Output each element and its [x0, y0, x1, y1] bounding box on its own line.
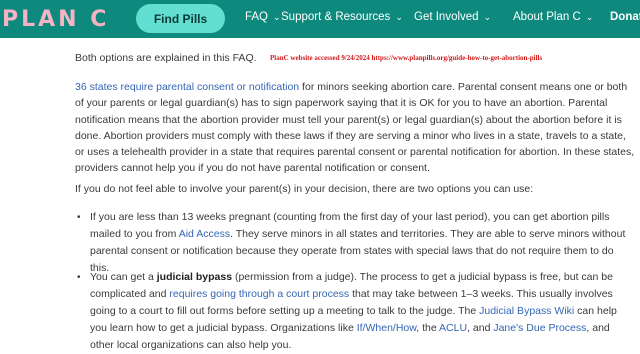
chevron-down-icon: ⌄ [395, 12, 403, 22]
judicial-bypass-wiki-link[interactable]: Judicial Bypass Wiki [479, 305, 574, 317]
janes-due-process-link[interactable]: Jane's Due Process [493, 322, 586, 334]
list-item-aid-access: • If you are less than 13 weeks pregnant… [77, 209, 635, 277]
paragraph-text: for minors seeking abortion care. Parent… [75, 81, 635, 175]
court-process-link[interactable]: requires going through a court process [169, 288, 349, 300]
judicial-bypass-term: judicial bypass [156, 271, 233, 283]
bullet-icon: • [77, 272, 81, 283]
aclu-link[interactable]: ACLU [439, 322, 467, 334]
nav-item-faq[interactable]: FAQ ⌄ [245, 11, 281, 23]
bullet-text: You can get a [90, 271, 157, 283]
intro-text: Both options are explained in this FAQ. [75, 52, 257, 64]
bullet-text: , the [416, 322, 440, 334]
access-stamp: PlanC website accessed 9/24/2024 https:/… [270, 54, 543, 62]
nav-item-label: Get Involved [414, 11, 479, 23]
list-item-judicial-bypass: • You can get a judicial bypass (permiss… [77, 269, 635, 354]
chevron-down-icon: ⌄ [483, 12, 492, 22]
nav-item-label: Support & Resources [281, 11, 391, 23]
chevron-down-icon: ⌄ [273, 12, 281, 22]
nav-item-get-involved[interactable]: Get Involved ⌄ [414, 11, 491, 23]
bullet-icon: • [77, 212, 81, 223]
top-navbar: PLAN C Find Pills FAQ ⌄ Support & Resourc… [0, 0, 640, 38]
if-when-how-link[interactable]: If/When/How [357, 322, 417, 334]
chevron-down-icon: ⌄ [585, 12, 594, 22]
nav-item-support-resources[interactable]: Support & Resources ⌄ [281, 11, 403, 23]
plan-c-logo[interactable]: PLAN C [2, 5, 109, 33]
parental-consent-paragraph: 36 states require parental consent or no… [75, 79, 635, 177]
parental-consent-link[interactable]: 36 states require parental consent or no… [75, 81, 299, 93]
nav-item-label: About Plan C [513, 11, 581, 23]
aid-access-link[interactable]: Aid Access [179, 228, 230, 240]
options-intro-paragraph: If you do not feel able to involve your … [75, 183, 534, 195]
donate-button[interactable]: Donat [610, 11, 640, 23]
bullet-text: , and [467, 322, 494, 334]
nav-item-about-plan-c[interactable]: About Plan C ⌄ [513, 11, 593, 23]
nav-item-label: FAQ [245, 11, 269, 23]
find-pills-button[interactable]: Find Pills [136, 4, 225, 33]
